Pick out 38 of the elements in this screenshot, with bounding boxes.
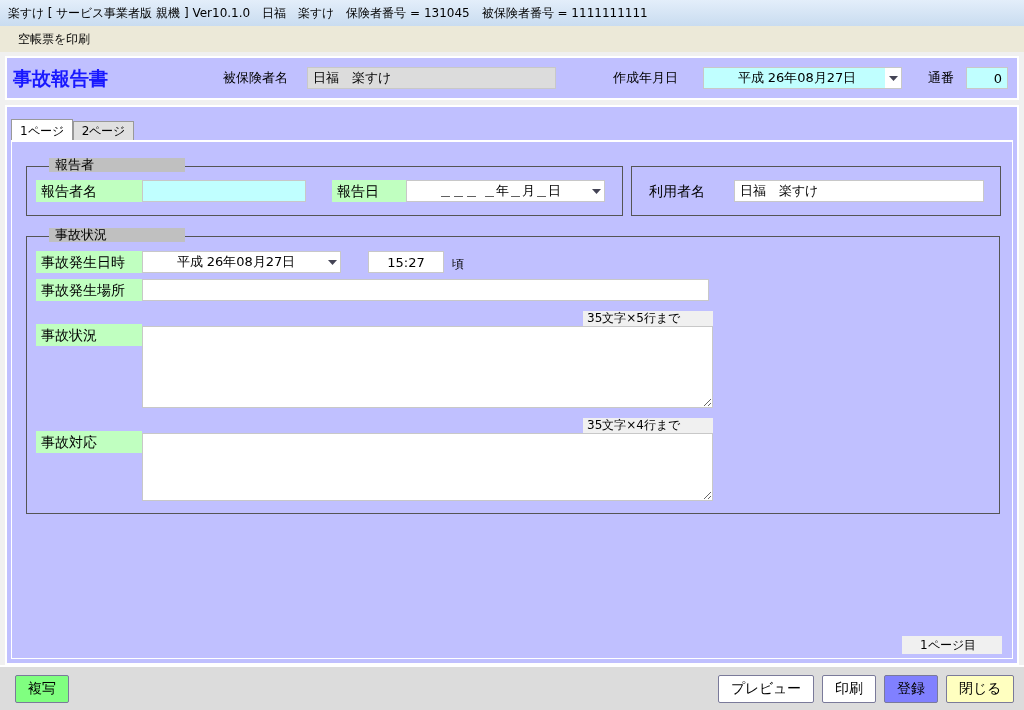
input-field[interactable]: [142, 180, 306, 202]
group-title: 事故状況: [49, 228, 185, 242]
length-hint: 35文字×5行まで: [583, 311, 713, 326]
date-dropdown[interactable]: ＿＿＿ ＿年＿月＿日: [406, 180, 605, 202]
field-label: 報告者名: [36, 180, 142, 202]
field-label: 利用者名: [649, 181, 706, 201]
field-label: 通番: [928, 69, 955, 88]
serial-field[interactable]: 0: [966, 67, 1008, 89]
length-hint: 35文字×4行まで: [583, 418, 713, 433]
input-field[interactable]: [142, 279, 709, 301]
group-title: 報告者: [49, 158, 185, 172]
field-label: 事故発生場所: [36, 279, 142, 301]
date-dropdown[interactable]: 平成 26年08月27日: [703, 67, 902, 89]
form-button[interactable]: 登録: [884, 674, 938, 703]
form-title: 事故報告書: [13, 65, 109, 91]
time-suffix: 頃: [452, 256, 464, 273]
caret-icon: [885, 68, 901, 88]
field-label: 事故発生日時: [36, 251, 142, 273]
tab[interactable]: 1ページ: [11, 119, 73, 140]
page-indicator: 1ページ目: [902, 636, 1002, 654]
form-button[interactable]: 閉じる: [946, 674, 1014, 703]
field-label: 事故状況: [36, 324, 142, 346]
user-name-field[interactable]: 日福 楽すけ: [734, 180, 984, 202]
text-area[interactable]: [142, 433, 713, 501]
time-field[interactable]: 15:27: [368, 251, 444, 273]
field-label: 作成年月日: [613, 69, 679, 88]
field-label: 事故対応: [36, 431, 142, 453]
date-dropdown[interactable]: 平成 26年08月27日: [142, 251, 341, 273]
form-button[interactable]: プレビュー: [718, 674, 814, 703]
text-area[interactable]: [142, 326, 713, 408]
field-label: 被保険者名: [223, 69, 289, 88]
insured-name-field[interactable]: 日福 楽すけ: [307, 67, 556, 89]
form-button[interactable]: 印刷: [822, 674, 876, 703]
form-button[interactable]: 複写: [15, 674, 69, 703]
window-title: 楽すけ [ サービス事業者版 親機 ] Ver10.1.0 日福 楽すけ 保険者番号 = 131045 被保険者番号 = 1111111111: [0, 0, 1024, 26]
tab[interactable]: 2ページ: [72, 121, 135, 140]
menu-item[interactable]: 空帳票を印刷: [10, 30, 98, 48]
field-label: 報告日: [332, 180, 406, 202]
